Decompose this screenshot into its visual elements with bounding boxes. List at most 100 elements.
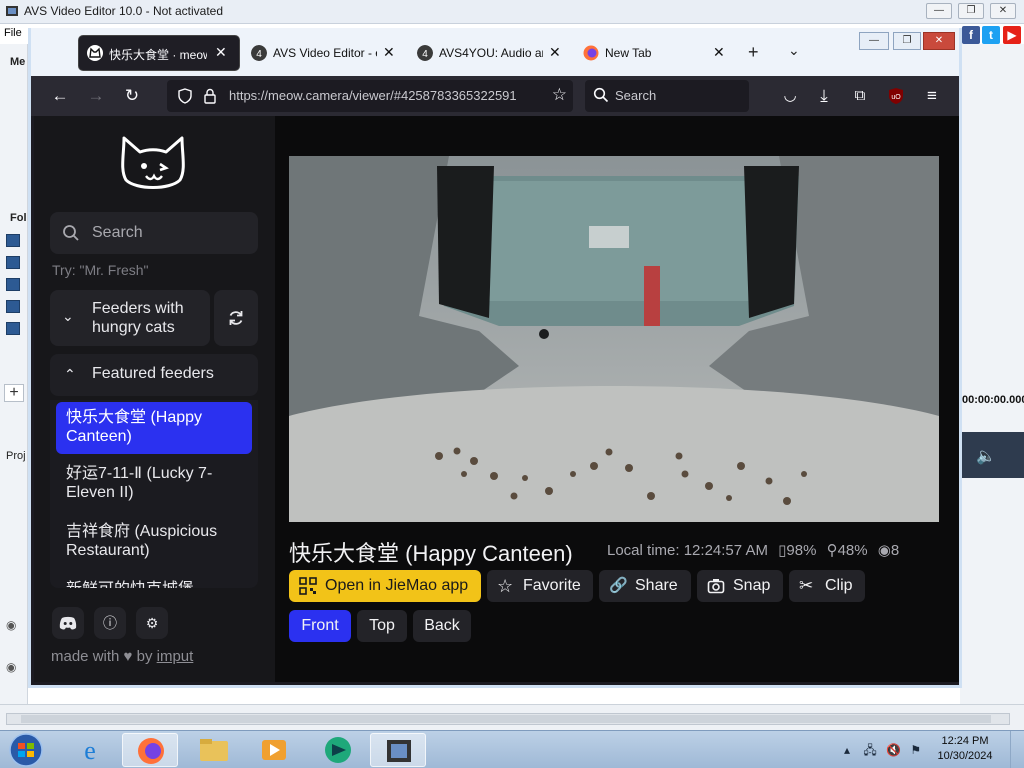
tab-avs4you-audio[interactable]: 4 AVS4YOU: Audio an ✕ (409, 36, 569, 70)
tab-new-tab[interactable]: New Tab ✕ (575, 36, 735, 70)
feeder-item-lucky-7-eleven[interactable]: 好运7-11-Ⅱ (Lucky 7-Eleven II) (56, 458, 252, 510)
featured-feeders-section-toggle[interactable]: ⌃ Featured feeders (50, 354, 258, 396)
forward-arrow-icon[interactable]: → (85, 85, 107, 107)
tab-avs-video-editor[interactable]: 4 AVS Video Editor - e ✕ (243, 36, 403, 70)
url-text[interactable]: https://meow.camera/viewer/#425878336532… (229, 88, 537, 103)
show-hidden-icons-icon[interactable]: ▴ (844, 743, 850, 757)
button-label: Clip (825, 577, 853, 594)
youtube-icon[interactable]: ▶ (1003, 26, 1021, 44)
system-tray: ▴ 🖧 🔇 ⚑ (844, 741, 921, 762)
tab-label: 快乐大食堂 · meow. (109, 48, 207, 62)
ff-restore-button[interactable]: ❐ (893, 32, 921, 50)
search-icon (63, 225, 79, 241)
start-orb-icon[interactable] (4, 732, 48, 768)
taskbar-media-player[interactable] (246, 733, 302, 767)
search-placeholder: Search (615, 88, 657, 103)
twitter-icon[interactable]: t (982, 26, 1000, 44)
feeder-item-partial[interactable]: 新鲜可的快克城堡 (56, 574, 252, 588)
clip-button[interactable]: ✂ Clip (789, 570, 865, 602)
tab-label: AVS Video Editor - e (273, 46, 377, 60)
svg-text:4: 4 (422, 49, 428, 60)
taskbar-app[interactable] (310, 733, 366, 767)
taskbar-firefox[interactable] (122, 733, 178, 767)
url-bar[interactable]: https://meow.camera/viewer/#425878336532… (167, 80, 573, 112)
chevron-down-icon: ⌄ (62, 308, 74, 324)
avs-folder-checkbox[interactable] (6, 322, 20, 335)
avs-restore-button[interactable]: ❐ (958, 3, 984, 19)
avs-folder-checkbox[interactable] (6, 300, 20, 313)
bookmark-star-icon[interactable]: ☆ (552, 85, 567, 105)
gear-icon[interactable]: ⚙ (136, 607, 168, 639)
close-tab-icon[interactable]: ✕ (383, 44, 395, 60)
download-icon[interactable]: ⤓ (813, 85, 835, 107)
open-in-jiemao-app-button[interactable]: Open in JieMao app (289, 570, 481, 602)
view-top-button[interactable]: Top (357, 610, 407, 642)
pocket-icon[interactable]: ◡ (779, 85, 801, 107)
volume-muted-icon[interactable]: 🔇 (886, 743, 901, 757)
lock-icon[interactable] (203, 88, 217, 104)
made-with-credit: made with ♥ by imput (51, 648, 193, 665)
local-time-label: Local time: (607, 542, 680, 559)
close-tab-icon[interactable]: ✕ (549, 44, 561, 60)
viewers-eye-icon: ◉ (877, 542, 891, 559)
feeder-item-auspicious-restaurant[interactable]: 吉祥食府 (Auspicious Restaurant) (56, 516, 252, 568)
camera-video-feed[interactable] (289, 156, 939, 522)
favorite-button[interactable]: ☆ Favorite (487, 570, 593, 602)
search-bar[interactable]: Search (585, 80, 749, 112)
avs-folder-checkbox[interactable] (6, 278, 20, 291)
avs-left-panel: Me Fol + Proj ◉ ◉ (0, 44, 28, 704)
ff-minimize-button[interactable]: — (859, 32, 889, 50)
avs-left-label-folder: Fol (10, 212, 27, 224)
avs-add-button[interactable]: + (4, 384, 24, 402)
chevron-down-icon[interactable]: ⌄ (788, 42, 800, 59)
avs-track-eye-icon[interactable]: ◉ (6, 618, 16, 632)
view-front-button[interactable]: Front (289, 610, 351, 642)
extensions-icon[interactable]: ⧉ (849, 85, 871, 107)
taskbar-clock[interactable]: 12:24 PM 10/30/2024 (934, 734, 996, 764)
network-icon[interactable]: 🖧 (863, 743, 876, 757)
scrollbar-thumb[interactable] (21, 715, 991, 723)
close-tab-icon[interactable]: ✕ (215, 44, 227, 60)
cat-logo-icon[interactable] (118, 130, 188, 194)
snap-button[interactable]: Snap (697, 570, 783, 602)
button-label: Share (635, 577, 678, 594)
flag-icon[interactable]: ⚑ (910, 743, 921, 757)
avs-track-eye-icon[interactable]: ◉ (6, 660, 16, 674)
battery-level: 98% (786, 542, 817, 559)
avs-close-button[interactable]: ✕ (990, 3, 1016, 19)
avs-horizontal-scrollbar[interactable] (6, 713, 1010, 725)
taskbar-avs-video-editor[interactable] (370, 733, 426, 767)
refresh-button[interactable] (214, 290, 258, 346)
avs-menu-file[interactable]: File (4, 27, 22, 39)
meow-camera-page: Search Try: "Mr. Fresh" ⌄ Feeders with h… (34, 116, 959, 682)
taskbar-file-explorer[interactable] (186, 733, 242, 767)
close-tab-icon[interactable]: ✕ (713, 44, 725, 60)
reload-icon[interactable]: ↻ (121, 85, 143, 107)
info-icon[interactable]: ⓘ (94, 607, 126, 639)
facebook-icon[interactable]: f (962, 26, 980, 44)
feeder-item-happy-canteen[interactable]: 快乐大食堂 (Happy Canteen) (56, 402, 252, 454)
show-desktop-button[interactable] (1010, 731, 1024, 768)
volume-icon[interactable]: 🔈 (976, 446, 996, 466)
ublock-origin-icon[interactable]: uO (885, 85, 907, 107)
avs-minimize-button[interactable]: — (926, 3, 952, 19)
avs-folder-checkbox[interactable] (6, 234, 20, 247)
feeder-search-input[interactable]: Search (50, 212, 258, 254)
avs-folder-checkbox[interactable] (6, 256, 20, 269)
shield-icon[interactable] (177, 88, 193, 104)
view-back-button[interactable]: Back (413, 610, 471, 642)
local-time: 12:24:57 AM (683, 542, 768, 559)
new-tab-plus-icon[interactable]: + (748, 42, 759, 63)
taskbar-internet-explorer[interactable]: e (62, 733, 118, 767)
share-button[interactable]: 🔗 Share (599, 570, 691, 602)
imput-link[interactable]: imput (157, 648, 194, 665)
back-arrow-icon[interactable]: ← (49, 85, 71, 107)
scissors-icon: ✂ (799, 576, 814, 595)
avs-app-icon (6, 6, 18, 16)
featured-feeders-list[interactable]: 快乐大食堂 (Happy Canteen) 好运7-11-Ⅱ (Lucky 7-… (50, 400, 258, 588)
ff-close-button[interactable]: ✕ (923, 32, 955, 50)
hungry-cats-section-toggle[interactable]: ⌄ Feeders with hungry cats (50, 290, 210, 346)
menu-hamburger-icon[interactable]: ≡ (921, 85, 943, 107)
tab-meow-camera[interactable]: 快乐大食堂 · meow. ✕ (79, 36, 239, 70)
discord-icon[interactable] (52, 607, 84, 639)
